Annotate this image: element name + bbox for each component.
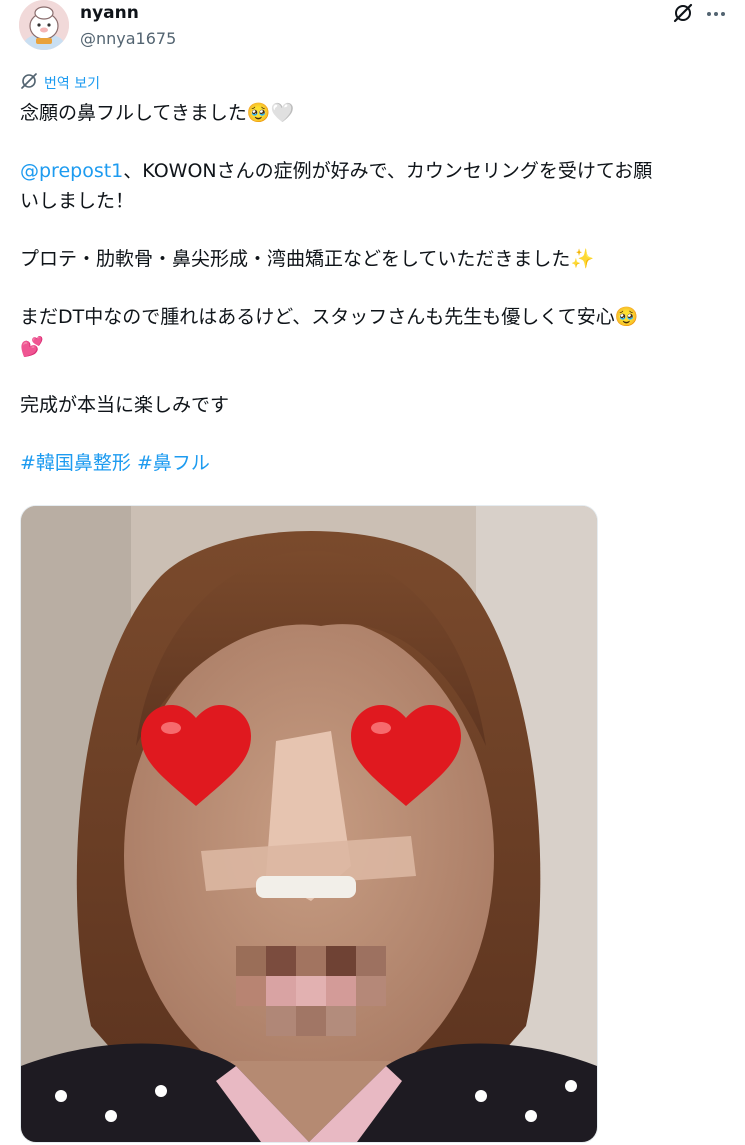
hashtag-link-2[interactable]: #鼻フル xyxy=(137,452,210,474)
white-heart-emoji: 🤍 xyxy=(270,102,295,124)
hashtags-line: #韓国鼻整形 #鼻フル xyxy=(20,448,725,478)
text-line-5-content: まだDT中なので腫れはあるけど、スタッフさんも先生も優しくて安心 xyxy=(20,306,615,328)
translate-icon xyxy=(20,72,38,94)
pleading-face-emoji: 🥹 xyxy=(246,102,271,124)
hashtag-link-1[interactable]: #韓国鼻整形 xyxy=(20,452,131,474)
text-line-2: @prepost1、KOWONさんの症例が好みで、カウンセリングを受けてお願 xyxy=(20,156,725,186)
pleading-face-emoji-2: 🥹 xyxy=(614,306,639,328)
text-line-6: 💕 xyxy=(20,332,725,362)
text-line-3-content: いしました！ xyxy=(20,190,135,212)
grok-icon[interactable] xyxy=(672,2,694,24)
avatar[interactable] xyxy=(19,0,69,50)
more-icon[interactable] xyxy=(704,4,728,24)
text-line-1: 念願の鼻フルしてきました🥹🤍 xyxy=(20,98,725,128)
text-line-3: いしました！ xyxy=(20,186,725,216)
sparkles-emoji: ✨ xyxy=(570,248,595,270)
text-line-7-content: 完成が本当に楽しみです xyxy=(20,394,230,416)
tweet-header: nyann @nnya1675 xyxy=(0,0,745,62)
text-line-4: プロテ・肋軟骨・鼻尖形成・湾曲矯正などをしていただきました✨ xyxy=(20,244,725,274)
author-handle[interactable]: @nnya1675 xyxy=(80,29,176,48)
author-name[interactable]: nyann xyxy=(80,3,139,23)
text-line-2-content: 、KOWONさんの症例が好みで、カウンセリングを受けてお願 xyxy=(123,160,653,182)
text-line-4-content: プロテ・肋軟骨・鼻尖形成・湾曲矯正などをしていただきました xyxy=(20,248,571,270)
translate-button[interactable]: 번역 보기 xyxy=(20,73,100,93)
text-line-1-content: 念願の鼻フルしてきました xyxy=(20,102,247,124)
text-line-5: まだDT中なので腫れはあるけど、スタッフさんも先生も優しくて安心🥹 xyxy=(20,302,725,332)
mention-link[interactable]: @prepost1 xyxy=(20,160,123,182)
avatar-illustration xyxy=(19,0,69,50)
two-hearts-emoji: 💕 xyxy=(20,336,44,358)
tweet-text: 念願の鼻フルしてきました🥹🤍 @prepost1、KOWONさんの症例が好みで、… xyxy=(20,98,725,478)
photo-illustration xyxy=(21,506,597,1142)
text-line-7: 完成が本当に楽しみです xyxy=(20,390,725,420)
translate-label: 번역 보기 xyxy=(44,76,100,92)
tweet-photo[interactable] xyxy=(20,505,598,1143)
